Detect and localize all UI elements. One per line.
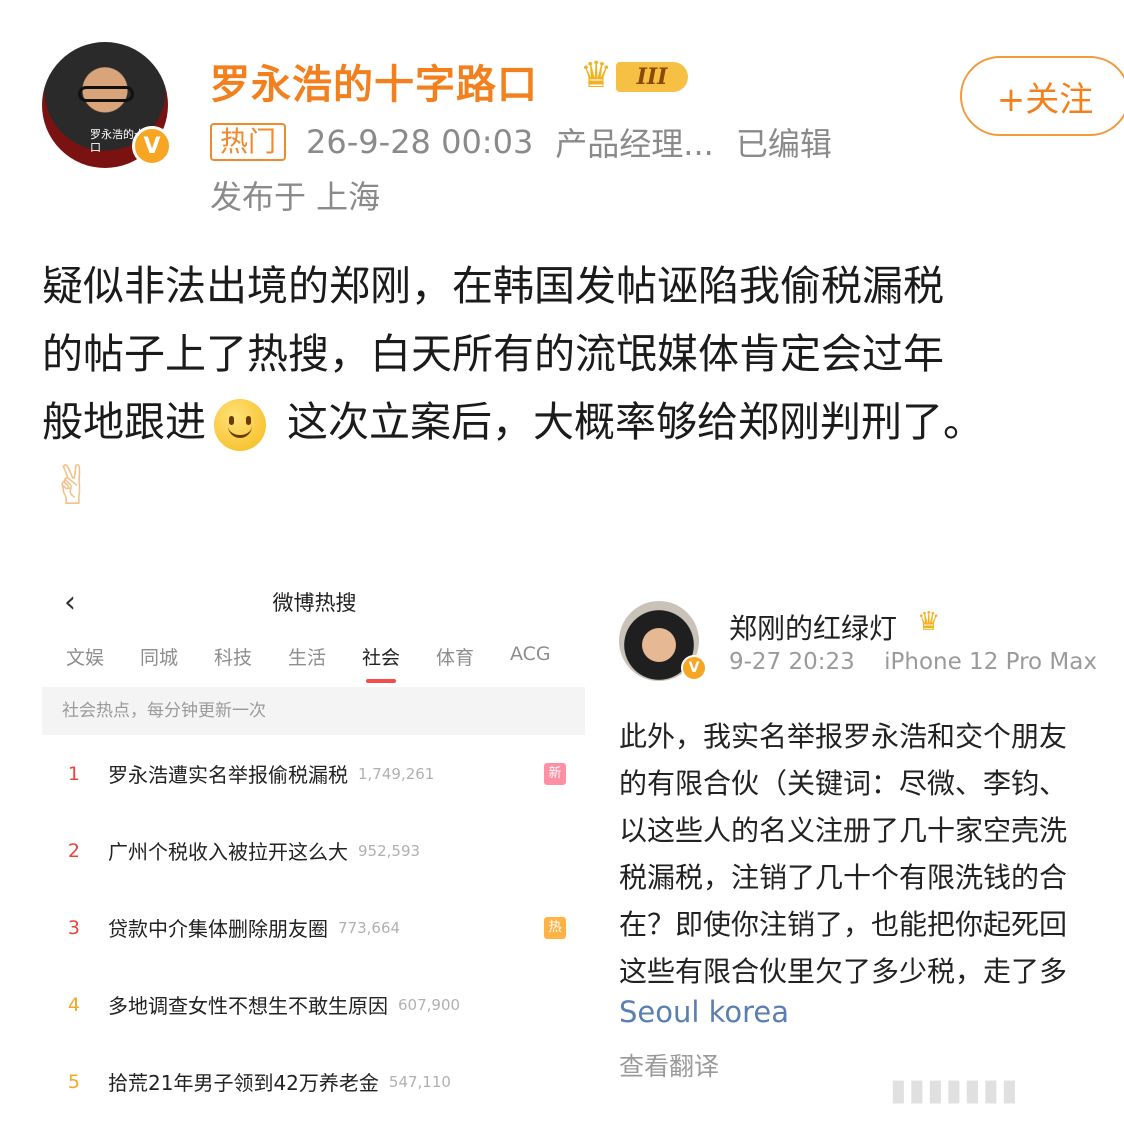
tab-local: 同城 [140, 647, 179, 669]
level-label: III [616, 62, 688, 92]
hot-search-tabs: 文娱 同城 科技 生活 社会 体育 ACG [66, 643, 584, 683]
verified-icon: V [681, 655, 707, 681]
author-avatar[interactable]: 罗永浩的十字路口 V [42, 42, 172, 172]
tab-entertainment: 文娱 [66, 647, 105, 669]
quoted-line: 此外，我实名举报罗永浩和交个朋友 [619, 720, 1068, 753]
author-name[interactable]: 罗永浩的十字路口 [210, 52, 538, 110]
list-item: 1 罗永浩遭实名举报偷税漏税 1,749,261 新 [42, 735, 587, 812]
watermark: ▮▮▮▮▮▮▮ [890, 1073, 1020, 1108]
follow-button[interactable]: +关注 [960, 56, 1124, 136]
list-item: 3 贷款中介集体删除朋友圈 773,664 热 [42, 889, 587, 966]
topic-count: 607,900 [398, 995, 461, 1014]
quoted-line: 以这些人的名义注册了几十家空壳洗 [619, 814, 1068, 847]
topic-title: 多地调查女性不想生不敢生原因 [108, 994, 388, 1018]
rank-number: 5 [67, 1070, 80, 1093]
tab-tech: 科技 [214, 647, 253, 669]
rank-number: 1 [67, 762, 80, 785]
hot-search-screenshot[interactable]: ‹ 微博热搜 文娱 同城 科技 生活 社会 体育 ACG 社会热点，每分钟更新一… [42, 575, 587, 1131]
tab-acg: ACG [510, 643, 551, 665]
topic-title: 罗永浩遭实名举报偷税漏税 [108, 763, 348, 787]
hot-badge: 热 [544, 916, 566, 939]
crown-icon: ♛ [917, 607, 941, 637]
topic-count: 1,749,261 [358, 764, 435, 783]
new-badge: 新 [544, 762, 566, 785]
post-location: 发布于 上海 [210, 178, 381, 216]
smile-emoji-icon [214, 399, 266, 451]
topic-count: 773,664 [338, 918, 401, 937]
list-item: 5 拾荒21年男子领到42万养老金 547,110 [42, 1043, 587, 1120]
post-line-3b: 这次立案后，大概率够给郑刚判刑了。 [274, 398, 985, 446]
quoted-post-screenshot[interactable]: V 郑刚的红绿灯 ♛ 9-27 20:23 iPhone 12 Pro Max … [605, 585, 1124, 1131]
avatar-glasses [78, 86, 134, 102]
post-body: 疑似非法出境的郑刚，在韩国发帖诬陷我偷税漏税 的帖子上了热搜，白天所有的流氓媒体… [42, 252, 1112, 456]
tab-society: 社会 [362, 643, 436, 683]
post-meta: 热门 26-9-28 00:03 产品经理... 已编辑 [210, 120, 832, 164]
hot-search-title: 微博热搜 [272, 591, 357, 615]
quoted-post-device: iPhone 12 Pro Max [884, 649, 1097, 675]
quoted-line: 的有限合伙（关键词：尽微、李钧、 [619, 767, 1068, 800]
verified-icon: V [132, 126, 172, 166]
edited-label[interactable]: 已编辑 [736, 119, 832, 165]
topic-title: 拾荒21年男子领到42万养老金 [108, 1071, 379, 1095]
quoted-post-time: 9-27 20:23 [729, 649, 855, 675]
post-line-3a: 般地跟进 [42, 398, 206, 446]
post-time: 26-9-28 00:03 [306, 123, 534, 161]
quoted-post-body: 此外，我实名举报罗永浩和交个朋友 的有限合伙（关键词：尽微、李钧、 以这些人的名… [619, 713, 1124, 995]
post-line: 疑似非法出境的郑刚，在韩国发帖诬陷我偷税漏税 [42, 262, 944, 310]
quoted-line: 在？即使你注销了，也能把你起死回 [619, 908, 1068, 941]
hot-search-list: 1 罗永浩遭实名举报偷税漏税 1,749,261 新 2 广州个税收入被拉开这么… [42, 735, 587, 1120]
quoted-post-location: Seoul korea [619, 995, 790, 1029]
post-line: 的帖子上了热搜，白天所有的流氓媒体肯定会过年 [42, 330, 944, 378]
hot-tag: 热门 [210, 123, 287, 161]
list-item: 2 广州个税收入被拉开这么大 952,593 [42, 812, 587, 889]
rank-number: 3 [67, 916, 80, 939]
post-line-3: 般地跟进 这次立案后，大概率够给郑刚判刑了。 [42, 388, 1112, 456]
rank-number: 2 [67, 839, 80, 862]
member-level-badge[interactable]: ♛ III [580, 56, 692, 96]
rank-number: 4 [67, 993, 80, 1016]
topic-title: 贷款中介集体删除朋友圈 [108, 917, 328, 941]
victory-hand-emoji-icon: ✌ [50, 454, 96, 517]
quoted-line: 税漏税，注销了几十个有限洗钱的合 [619, 861, 1068, 894]
quoted-post-meta: 9-27 20:23 iPhone 12 Pro Max [729, 649, 1119, 675]
quoted-author-name: 郑刚的红绿灯 [729, 612, 898, 645]
tab-life: 生活 [288, 647, 327, 669]
list-item: 4 多地调查女性不想生不敢生原因 607,900 [42, 966, 587, 1043]
topic-count: 547,110 [388, 1072, 451, 1091]
topic-title: 广州个税收入被拉开这么大 [108, 840, 348, 864]
hot-search-subtitle: 社会热点，每分钟更新一次 [42, 687, 585, 735]
translate-link: 查看翻译 [619, 1052, 720, 1081]
post-source[interactable]: 产品经理... [555, 119, 714, 165]
tab-sports: 体育 [436, 647, 475, 669]
topic-count: 952,593 [358, 841, 421, 860]
quoted-line: 这些有限合伙里欠了多少税，走了多 [619, 955, 1068, 988]
